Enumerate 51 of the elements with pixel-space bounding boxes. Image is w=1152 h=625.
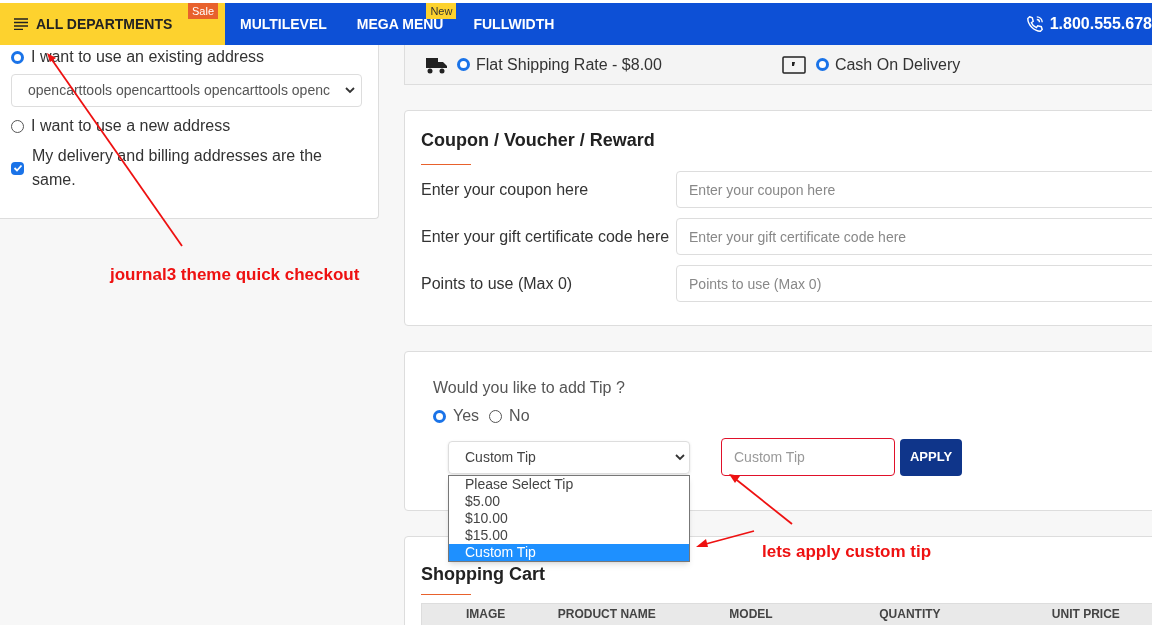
radio-button[interactable] — [815, 58, 829, 71]
nav-link[interactable]: FULLWIDTH — [473, 13, 555, 35]
departments-button[interactable]: ALL DEPARTMENTS — [0, 3, 173, 45]
radio-button[interactable] — [489, 409, 503, 423]
annotation-text: lets apply custom tip — [762, 541, 932, 563]
option-label: Cash On Delivery — [834, 54, 961, 75]
option-label: My delivery and billing addresses are the same. — [32, 146, 323, 190]
section-title: Coupon / Voucher / Reward — [421, 129, 656, 152]
dropdown-option[interactable]: Please Select Tip — [449, 475, 689, 493]
input-field[interactable]: Points to use (Max 0) — [676, 265, 1152, 302]
annotation-text: journal3 theme quick checkout — [110, 264, 360, 286]
option-label: No — [509, 406, 530, 426]
leader-line — [694, 528, 756, 550]
nav-link[interactable]: MULTILEVEL — [240, 13, 327, 35]
payment-icon — [781, 55, 806, 74]
dropdown-option[interactable]: $10.00 — [449, 509, 689, 527]
option-label: Flat Shipping Rate - $8.00 — [476, 54, 662, 75]
radio-button[interactable] — [11, 119, 24, 133]
section-title: Shopping Cart — [421, 563, 546, 586]
input-field[interactable]: Enter your coupon here — [676, 171, 1152, 208]
select-value: Custom Tip — [465, 447, 537, 467]
radio-button[interactable] — [11, 50, 24, 64]
truck-icon — [425, 55, 449, 74]
chevron-icon — [675, 453, 685, 461]
custom-tip-field[interactable]: Custom Tip — [721, 438, 895, 476]
radio-button[interactable] — [457, 58, 470, 71]
column-header: PRODUCT NAME — [557, 608, 657, 620]
field-label: Enter your gift certificate code here — [421, 226, 671, 247]
tip-select[interactable]: Custom Tip — [448, 440, 690, 474]
tip-question: Would you like to add Tip ? — [433, 378, 626, 398]
option-label: I want to use a new address — [31, 116, 231, 136]
field-label: Enter your coupon here — [421, 179, 590, 200]
column-header: QUANTITY — [879, 608, 942, 620]
new-badge: New — [426, 3, 457, 19]
dropdown-option[interactable]: $5.00 — [449, 492, 689, 510]
sale-badge: Sale — [188, 3, 219, 19]
column-header: IMAGE — [465, 608, 507, 620]
column-header: UNIT PRICE — [1051, 608, 1121, 620]
menu-icon — [14, 18, 28, 30]
option-label: Yes — [453, 406, 480, 426]
chevron-icon — [345, 87, 355, 94]
phone-icon — [1025, 15, 1044, 33]
phone-number[interactable]: 1.800.555.678 — [1049, 12, 1152, 36]
field-label: Points to use (Max 0) — [421, 273, 574, 294]
column-header: MODEL — [729, 608, 774, 620]
checkbox[interactable] — [11, 161, 24, 175]
leader-line — [727, 472, 795, 526]
apply-button[interactable]: APPLY — [900, 438, 962, 476]
input-field[interactable]: Enter your gift certificate code here — [676, 218, 1152, 255]
radio-button[interactable] — [433, 409, 446, 423]
dropdown-option[interactable]: $15.00 — [449, 526, 689, 544]
